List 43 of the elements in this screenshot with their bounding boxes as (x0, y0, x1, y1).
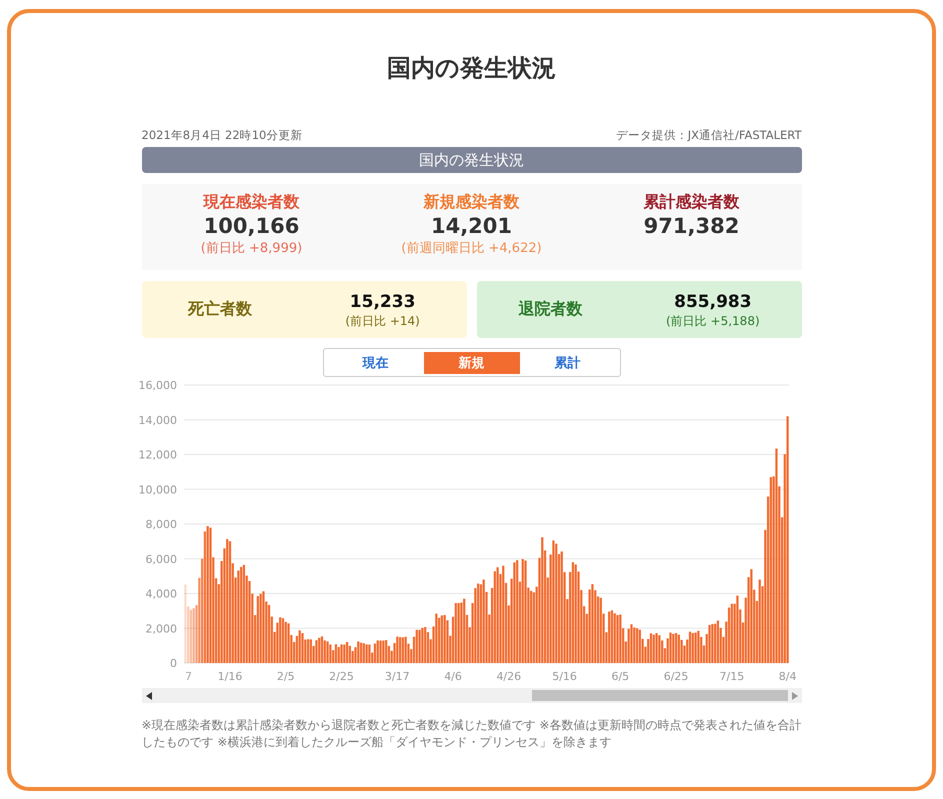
axis-label: 12,000 (138, 448, 176, 462)
axis-label: 2/25 (328, 670, 354, 683)
stat-label: 現在感染者数 (204, 192, 300, 212)
axis-label: 7/15 (719, 670, 744, 683)
axis-label: 2,000 (145, 622, 176, 636)
axis-label: 5/16 (552, 670, 576, 683)
axis-label: 2/5 (276, 670, 294, 683)
stat-label: 累計感染者数 (644, 192, 740, 212)
chart-tab[interactable]: 新規 (424, 352, 520, 374)
stat-change: (前日比 +8,999) (200, 240, 302, 258)
update-time: 2021年8月4日 22時10分更新 (142, 127, 302, 143)
stat-label: 新規感染者数 (424, 192, 520, 212)
axis-label: 4/6 (444, 670, 462, 683)
footnote: ※現在感染者数は累計感染者数から退院者数と死亡者数を減じた数値です ※各数値は更新時間の時点で発表された値を合計したものです ※横浜港に到着したクルーズ船「ダイヤモンド・プリンセス」を除きます (142, 717, 802, 751)
axis-label: 14,000 (138, 414, 176, 427)
axis-label: 8/4 (778, 670, 796, 683)
axis-label: 1/16 (217, 670, 242, 683)
axis-label: 3/17 (384, 670, 410, 683)
stat-value: 14,201 (430, 213, 512, 240)
card-value: 855,983 (674, 290, 752, 312)
axis-label: 4/26 (496, 670, 521, 683)
axis-label: 4,000 (145, 588, 176, 600)
axis-label: 0 (170, 657, 176, 670)
section-header: 国内の発生状況 (142, 147, 802, 173)
stat-value: 971,382 (644, 213, 740, 240)
stat-value: 100,166 (204, 213, 300, 240)
axis-label: 6/5 (610, 670, 629, 683)
card-label: 死亡者数 (188, 299, 252, 320)
stat-change: (前週同曜日比 +4,622) (401, 240, 542, 258)
data-source: データ提供：JX通信社/FASTALERT (616, 127, 802, 143)
card-value: 15,233 (350, 290, 416, 312)
card-change: (前日比 +5,188) (666, 312, 760, 328)
axis-label: 10,000 (138, 483, 176, 496)
axis-label: 8,000 (145, 518, 176, 531)
axis-label: 7 (184, 670, 192, 683)
axis-label: 6/25 (663, 670, 688, 683)
axis-label: 16,000 (138, 379, 176, 392)
card-change: (前日比 +14) (345, 312, 420, 328)
chart-tab[interactable]: 累計 (520, 352, 616, 374)
card-label: 退院者数 (518, 299, 582, 320)
chart-tab[interactable]: 現在 (328, 352, 424, 374)
axis-label: 6,000 (145, 552, 176, 566)
page-title: 国内の発生状況 (387, 53, 556, 84)
